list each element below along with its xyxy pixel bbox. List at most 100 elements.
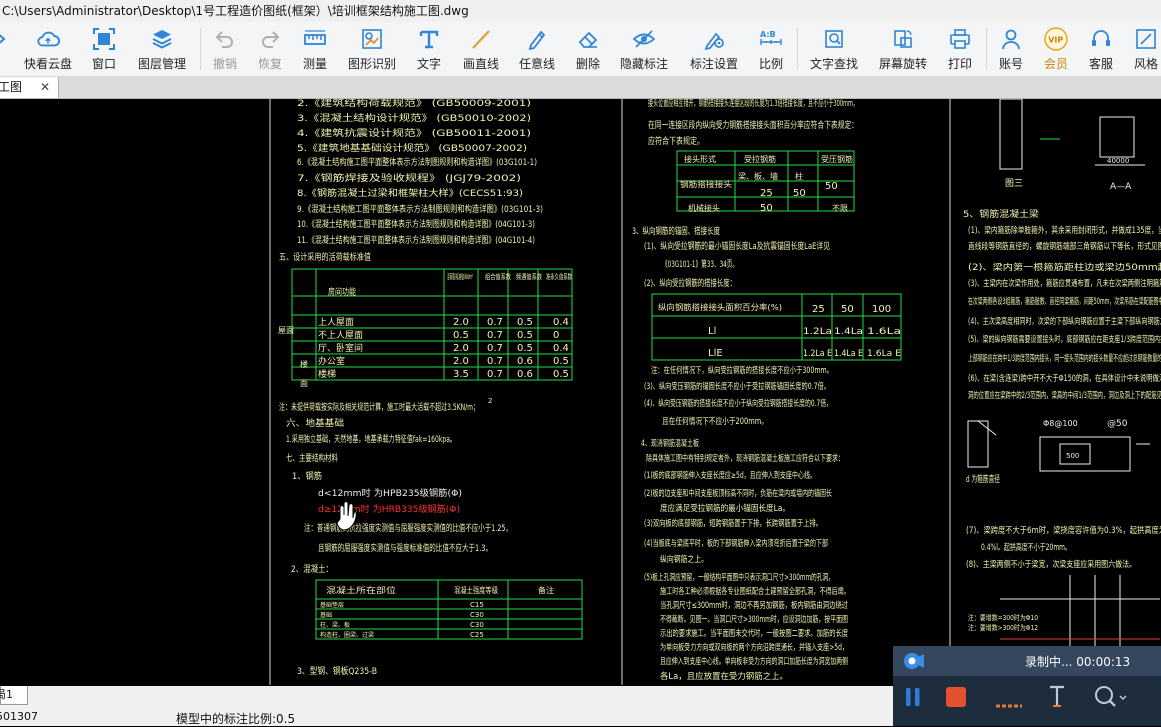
stop-icon xyxy=(946,687,966,707)
load-table-cell: 0.6 xyxy=(517,356,533,367)
drawing-canvas[interactable]: 2.《建筑结构荷载规范》 (GB50009-2001) 3.《混凝土结构设计规范》… xyxy=(0,99,1161,685)
spec-line: d≥12mm时 为HRB335级钢筋(Φ) xyxy=(318,503,460,515)
text-search-button[interactable]: 文字查找 xyxy=(806,22,862,76)
tab-label: 施工图 xyxy=(0,80,23,94)
eraser-icon xyxy=(576,27,600,51)
stirrup-detail xyxy=(967,420,989,468)
print-button[interactable]: 打印 xyxy=(942,22,978,76)
spec-line: (3)、主梁内在次梁作用处，箍筋应贯通布置，凡未在次梁两侧注明箍筋者， xyxy=(968,278,1161,289)
load-table-cell: 不上人屋面 xyxy=(318,330,363,341)
load-table-cell: 0.5 xyxy=(517,317,533,328)
ruler-icon xyxy=(303,27,327,51)
concrete-table-cell: C30 xyxy=(470,621,484,629)
splice-table-cell: 柱 xyxy=(795,171,803,181)
layers-icon xyxy=(150,27,174,51)
spec-line: (4)、纵向受压钢筋的搭接长度不应小于纵向受拉钢筋搭接长度的0.7倍， xyxy=(644,398,832,409)
spec-line: 5、钢筋混凝土梁 xyxy=(963,208,1039,220)
screen-recorder-widget: 录制中... 00:00:13 xyxy=(893,646,1161,726)
splice-table-cell: 50 xyxy=(793,188,806,199)
window-button[interactable]: 窗口 xyxy=(84,22,124,76)
hide-eye-icon xyxy=(632,27,656,51)
measure-button[interactable]: 测量 xyxy=(296,22,334,76)
load-table-cell: 0.6 xyxy=(517,369,533,380)
spec-line: 度应满足受拉钢筋的最小锚固长度La。 xyxy=(660,503,790,514)
annotation-settings-icon xyxy=(702,27,726,51)
style-button[interactable]: 风格 xyxy=(1128,22,1161,76)
redo-button[interactable]: 恢复 xyxy=(251,22,289,76)
scale-button[interactable]: A:B 比例 xyxy=(753,22,789,76)
document-tab[interactable]: 施工图 ✕ xyxy=(0,77,59,98)
load-table-cell: 0.4 xyxy=(553,317,569,328)
load-table-cell: 0.5 xyxy=(517,330,533,341)
spec-line: 应符合下表规定。 xyxy=(648,135,704,147)
splice-table-cell: 50 xyxy=(760,203,773,214)
freehand-line-button[interactable]: 任意线 xyxy=(515,22,559,76)
spec-line: d<12mm时 为HPB235级钢筋(Φ) xyxy=(318,487,462,499)
spec-line: 除具体施工图中有特别规定者外，现浇钢筋混凝土板施工应符合以下要求： xyxy=(646,453,844,464)
user-icon xyxy=(999,27,1023,51)
account-button[interactable]: 账号 xyxy=(993,22,1029,76)
hide-annotations-button[interactable]: 隐藏标注 xyxy=(615,22,673,76)
spec-line: 0.4%l。起拱高度不小于20mm。 xyxy=(981,542,1071,553)
delete-button[interactable]: 删除 xyxy=(569,22,607,76)
spec-line: 3.《混凝土结构设计规范》 (GB50010-2002) xyxy=(297,112,531,124)
style-icon xyxy=(1134,27,1158,51)
load-table-cell: 0.5 xyxy=(553,356,569,367)
splice-table-cell: 机械接头 xyxy=(688,203,720,213)
draw-line-button[interactable]: 画直线 xyxy=(459,22,503,76)
load-table-cell: 0.5 xyxy=(517,343,533,354)
spec-line: 在次梁两侧各设3组箍筋，箍筋肢数、直径同梁箍筋，间距50mm，次梁吊筋在梁配筋图… xyxy=(968,296,1161,307)
recording-status: 录制中... 00:00:13 xyxy=(1025,655,1131,669)
rotate-screen-button[interactable]: 屏幕旋转 xyxy=(876,22,930,76)
shape-recognition-button[interactable]: 图形识别 xyxy=(344,22,400,76)
shape-recognition-icon xyxy=(360,27,384,51)
spec-line: (1)板的底部钢筋伸入支座长度应≥5d，且应伸入到支座中心线。 xyxy=(644,470,816,481)
spec-line: 6.《混凝土结构施工图平面整体表示方法制图规则和构造详图》(03G101-1) xyxy=(297,156,537,168)
rotate-screen-icon xyxy=(891,27,915,51)
lap-table-cell: 1.4La E xyxy=(834,349,863,359)
toolbar-separator xyxy=(200,28,201,70)
annotation-scale-readout: 模型中的标注比例:0.5 xyxy=(176,712,296,726)
sheet-tab[interactable]: 局1 xyxy=(0,686,28,705)
spec-line: 直线段等钢筋直径的，螺旋钢筋端部三角钢筋以下等长，形式见图四。 xyxy=(968,241,1161,252)
detail-label: A—A xyxy=(1110,182,1132,192)
splice-table-header: 受拉钢筋 xyxy=(744,154,776,164)
spec-line: 当孔洞尺寸≤300mm时，洞边不再另加钢筋，板内钢筋由洞边绕过 xyxy=(660,600,848,611)
printer-icon xyxy=(948,27,972,51)
annotation-settings-button[interactable]: 标注设置 xyxy=(684,22,744,76)
customer-service-button[interactable]: 客服 xyxy=(1083,22,1119,76)
toolbar-overflow-button[interactable] xyxy=(0,22,8,76)
load-table-cell: 上人屋面 xyxy=(318,317,354,328)
lap-table-header: 50 xyxy=(841,304,854,315)
close-icon[interactable]: ✕ xyxy=(40,77,50,98)
vip-button[interactable]: VIP 会员 xyxy=(1038,22,1074,76)
magnifier-button[interactable] xyxy=(1093,684,1127,714)
magnifier-icon xyxy=(1095,686,1127,707)
lap-table-cell: 1.6La E xyxy=(867,349,901,359)
undo-button[interactable]: 撤销 xyxy=(206,22,244,76)
splice-table-header: 接头形式 xyxy=(684,154,716,164)
spec-line: 示出的要求施工。当平面图未交代时，一般按图二要求。加筋的长度 xyxy=(660,628,848,639)
window-icon xyxy=(92,27,116,51)
detail-column xyxy=(999,99,1023,170)
text-tool-button[interactable]: 文字 xyxy=(410,22,448,76)
splice-table-header: 受压钢筋 xyxy=(821,154,853,164)
scale-icon: A:B xyxy=(759,27,783,51)
spec-line: 施工时各工种必须根据各专业图纸配合土建预留全部孔洞，不得后凿。 xyxy=(660,586,850,597)
spec-line: 4.《建筑抗震设计规范》 (GB50011-2001) xyxy=(297,127,531,139)
layer-management-button[interactable]: 图层管理 xyxy=(134,22,190,76)
pause-button[interactable] xyxy=(903,686,923,712)
load-table-cell: 2.0 xyxy=(453,317,469,328)
recorder-settings-button[interactable] xyxy=(995,690,1023,714)
spec-line: 为单向板受力方向或双向板的两个方向沿跨度通长，并锚入支座>5d， xyxy=(660,642,848,653)
document-tab-bar: 施工图 ✕ xyxy=(0,77,1161,99)
detail-note: @50 xyxy=(1107,419,1128,429)
concrete-table-header: 备注 xyxy=(538,585,554,595)
main-toolbar: 快看云盘 窗口 图层管理 撤销 恢复 测量 图形识别 文字 画直线 任意线 删除 xyxy=(0,22,1161,77)
spec-line: 8.《钢筋混凝土过梁和框架柱大样》(CECS51:93) xyxy=(297,187,523,199)
annotate-pen-button[interactable] xyxy=(1045,684,1069,714)
cloud-drive-button[interactable]: 快看云盘 xyxy=(21,22,75,76)
splice-table-cell: 不限 xyxy=(832,204,848,213)
stop-button[interactable] xyxy=(945,686,967,712)
spec-line: 注：未提供荷载按实际及相关规范计算，施工时最大活载不超过3.5KN/m； xyxy=(279,401,479,413)
